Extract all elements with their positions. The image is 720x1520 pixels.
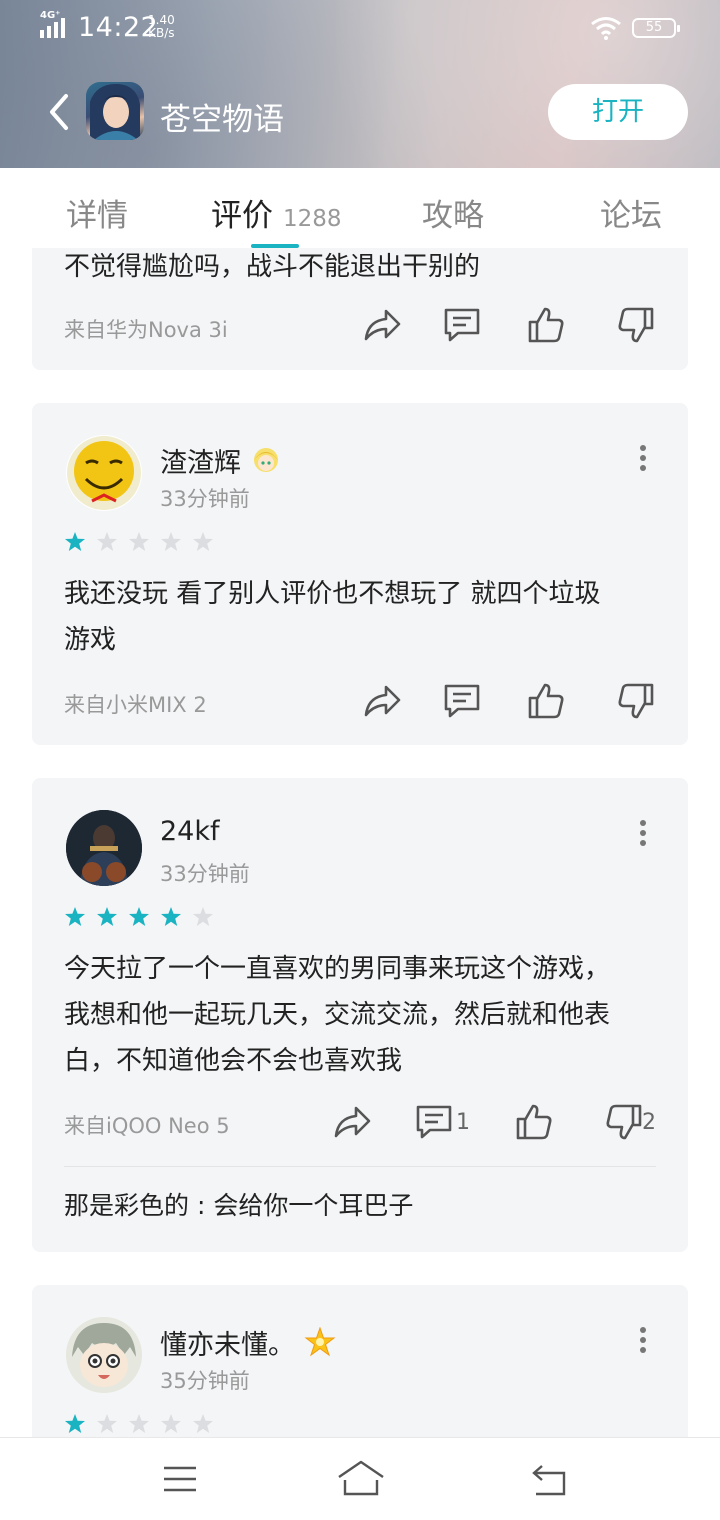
thumbs-up-icon[interactable] xyxy=(526,305,566,345)
share-icon[interactable] xyxy=(362,305,402,345)
review-line: 白，不知道他会不会也喜欢我 xyxy=(64,1046,403,1076)
app-icon xyxy=(86,82,144,140)
battery-indicator: 55 xyxy=(632,18,680,38)
thumbs-up-icon[interactable] xyxy=(514,1102,554,1142)
chevron-left-icon[interactable] xyxy=(44,92,74,132)
star-empty-icon xyxy=(193,1414,213,1433)
more-icon[interactable] xyxy=(638,820,648,850)
comment-icon[interactable] xyxy=(442,305,482,345)
review-line: 我还没玩 看了别人评价也不想玩了 就四个垃圾 xyxy=(64,579,601,609)
thumbs-up-icon[interactable] xyxy=(526,681,566,721)
star-filled-icon xyxy=(129,907,149,926)
thumbs-down-icon[interactable] xyxy=(616,305,656,345)
share-icon[interactable] xyxy=(362,681,402,721)
review-device: 来自华为Nova 3i xyxy=(64,318,228,342)
more-icon[interactable] xyxy=(638,1327,648,1357)
tab-reviews[interactable]: 评价 1288 xyxy=(211,190,342,235)
rating-stars xyxy=(64,906,224,930)
wifi-icon xyxy=(591,17,621,40)
app-header: 4G⁺ 14:22 1.40 KB/s 55 苍空物语 打开 xyxy=(0,0,720,168)
username[interactable]: 懂亦未懂。 xyxy=(160,1323,336,1362)
speed-unit: KB/s xyxy=(148,26,175,40)
review-count: 1288 xyxy=(283,206,342,232)
tab-details[interactable]: 详情 xyxy=(66,190,128,235)
menu-icon[interactable] xyxy=(158,1458,202,1502)
status-bar: 4G⁺ 14:22 1.40 KB/s 55 xyxy=(0,0,720,56)
star-empty-icon xyxy=(97,532,117,551)
comment-icon[interactable] xyxy=(442,681,482,721)
username[interactable]: 24kf xyxy=(160,816,220,847)
reply-text: 会给你一个耳巴子 xyxy=(213,1191,414,1220)
username-text: 懂亦未懂。 xyxy=(160,1330,295,1361)
star-empty-icon xyxy=(193,907,213,926)
rating-stars xyxy=(64,531,224,555)
review-time: 35分钟前 xyxy=(160,1369,250,1393)
tab-bar: 详情 评价 1288 攻略 论坛 xyxy=(0,168,720,248)
system-nav-bar xyxy=(0,1437,720,1520)
signal-icon xyxy=(40,14,70,38)
review-device: 来自小米MIX 2 xyxy=(64,693,207,717)
username-text: 渣渣辉 xyxy=(160,448,241,479)
review-text: 今天拉了一个一直喜欢的男同事来玩这个游戏， 我想和他一起玩几天，交流交流，然后就… xyxy=(64,946,674,1084)
rating-stars xyxy=(64,1413,224,1437)
open-app-button[interactable]: 打开 xyxy=(548,84,688,140)
review-card: 懂亦未懂。 35分钟前 xyxy=(32,1285,688,1437)
star-empty-icon xyxy=(129,532,149,551)
status-time: 14:22 xyxy=(78,12,159,43)
star-filled-icon xyxy=(65,907,85,926)
home-icon[interactable] xyxy=(336,1458,386,1502)
tab-forum[interactable]: 论坛 xyxy=(600,190,662,235)
review-device: 来自iQOO Neo 5 xyxy=(64,1114,230,1138)
review-line: 游戏 xyxy=(64,625,117,655)
review-time: 33分钟前 xyxy=(160,862,250,886)
share-icon[interactable] xyxy=(332,1102,372,1142)
more-icon[interactable] xyxy=(638,445,648,475)
review-line: 今天拉了一个一直喜欢的男同事来玩这个游戏， xyxy=(64,954,611,984)
star-empty-icon xyxy=(97,1414,117,1433)
review-text: 我还没玩 看了别人评价也不想玩了 就四个垃圾 游戏 xyxy=(64,571,664,663)
back-nav-icon[interactable] xyxy=(528,1458,572,1502)
review-text: 不觉得尴尬吗，战斗不能退出干别的 xyxy=(64,252,481,282)
user-badge-icon xyxy=(253,448,278,472)
star-empty-icon xyxy=(129,1414,149,1433)
comment-icon[interactable] xyxy=(414,1102,454,1142)
star-empty-icon xyxy=(161,532,181,551)
active-tab-indicator xyxy=(251,244,299,248)
dislike-count: 2 xyxy=(642,1110,656,1135)
review-line: 我想和他一起玩几天，交流交流，然后就和他表 xyxy=(64,1000,611,1030)
thumbs-down-icon[interactable] xyxy=(616,681,656,721)
review-time: 33分钟前 xyxy=(160,487,250,511)
avatar[interactable] xyxy=(66,810,142,886)
star-empty-icon xyxy=(161,1414,181,1433)
tab-reviews-label: 评价 xyxy=(211,198,273,234)
network-speed: 1.40 KB/s xyxy=(148,14,175,40)
reply-author: 那是彩色的 xyxy=(64,1191,190,1220)
app-title: 苍空物语 xyxy=(160,102,284,138)
avatar[interactable] xyxy=(66,1317,142,1393)
star-empty-icon xyxy=(193,532,213,551)
star-filled-icon xyxy=(161,907,181,926)
thumbs-down-icon[interactable] xyxy=(604,1102,644,1142)
divider xyxy=(64,1166,656,1167)
username[interactable]: 渣渣辉 xyxy=(160,441,282,480)
tab-guides[interactable]: 攻略 xyxy=(422,190,484,235)
star-filled-icon xyxy=(97,907,117,926)
comment-count: 1 xyxy=(456,1110,470,1135)
review-list[interactable]: 不觉得尴尬吗，战斗不能退出干别的 来自华为Nova 3i 渣渣辉 33分钟前 我… xyxy=(0,248,720,1437)
review-card: 24kf 33分钟前 今天拉了一个一直喜欢的男同事来玩这个游戏， 我想和他一起玩… xyxy=(32,778,688,1252)
sparkle-star-icon xyxy=(304,1326,336,1357)
reply-preview[interactable]: 那是彩色的 : 会给你一个耳巴子 xyxy=(64,1186,413,1222)
star-filled-icon xyxy=(65,532,85,551)
reply-separator: : xyxy=(189,1191,214,1220)
avatar[interactable] xyxy=(66,435,142,511)
review-card: 渣渣辉 33分钟前 我还没玩 看了别人评价也不想玩了 就四个垃圾 游戏 来自小米… xyxy=(32,403,688,745)
review-card: 不觉得尴尬吗，战斗不能退出干别的 来自华为Nova 3i xyxy=(32,248,688,370)
star-filled-icon xyxy=(65,1414,85,1433)
